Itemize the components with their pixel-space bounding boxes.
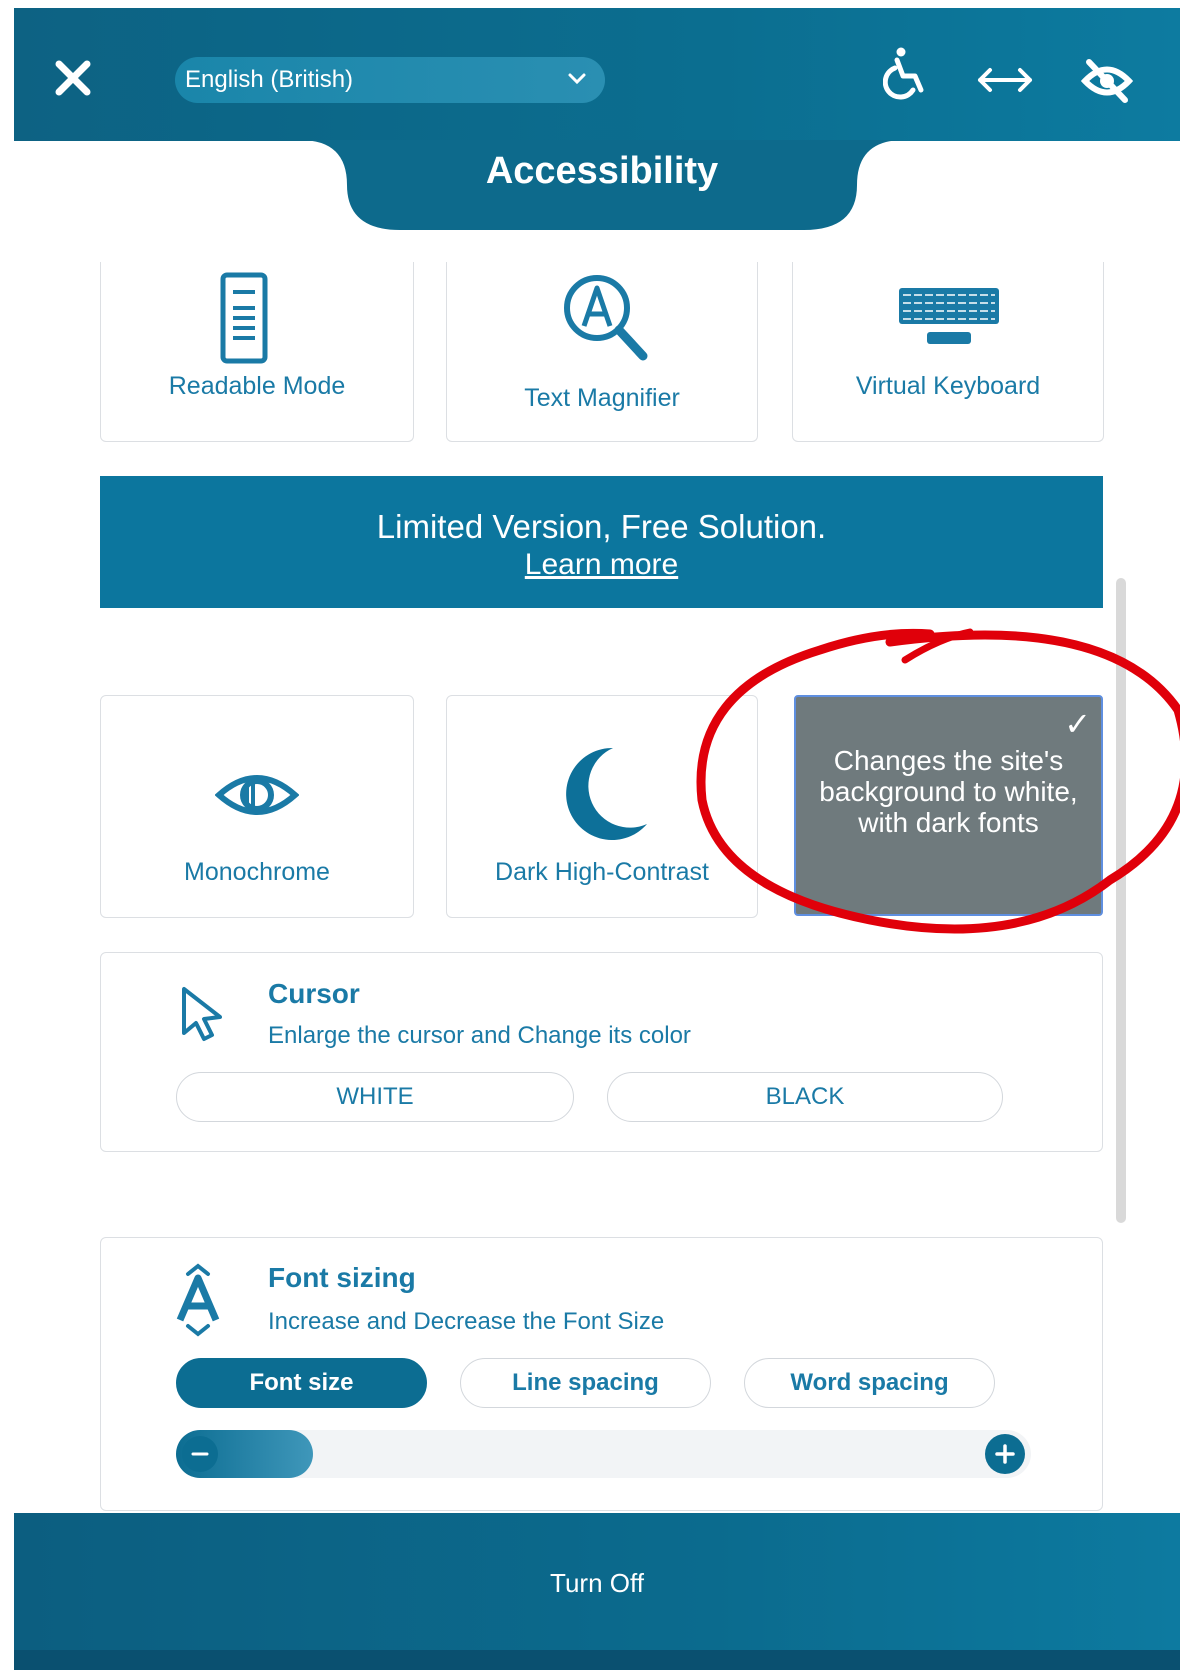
moon-icon xyxy=(566,747,647,840)
font-sizing-title: Font sizing xyxy=(268,1262,416,1293)
card-label: Readable Mode xyxy=(168,372,346,400)
cursor-section xyxy=(100,952,1103,1152)
plus-icon xyxy=(995,1444,1015,1464)
footer-bar: Turn Off xyxy=(14,1513,1180,1670)
magnifier-icon xyxy=(564,275,648,361)
light-high-contrast-card[interactable]: ✓ Changes the site's background to white… xyxy=(794,695,1103,916)
increase-font-button[interactable] xyxy=(985,1434,1025,1474)
text-magnifier-card[interactable]: Text Magnifier xyxy=(446,262,758,442)
dark-high-contrast-card[interactable]: Dark High-Contrast xyxy=(446,695,758,918)
font-size-icon xyxy=(176,1263,220,1337)
decrease-font-button[interactable] xyxy=(182,1436,218,1472)
minus-icon xyxy=(191,1452,209,1456)
check-icon: ✓ xyxy=(1064,706,1091,742)
tab-word-spacing[interactable]: Word spacing xyxy=(744,1358,995,1408)
banner-text: Limited Version, Free Solution. xyxy=(376,508,827,545)
language-select[interactable]: English (British) xyxy=(175,57,605,103)
left-edge xyxy=(0,0,14,1658)
card-label: Virtual Keyboard xyxy=(855,372,1041,400)
scrollbar[interactable] xyxy=(1116,578,1126,1223)
limited-version-banner: Limited Version, Free Solution. Learn mo… xyxy=(100,476,1103,608)
card-label: Monochrome xyxy=(184,858,330,886)
learn-more-link[interactable]: Learn more xyxy=(100,548,1103,582)
turn-off-button[interactable]: Turn Off xyxy=(14,1568,1180,1599)
horizontal-arrows-icon[interactable] xyxy=(976,62,1034,98)
accessibility-person-icon[interactable] xyxy=(883,46,927,102)
tab-line-spacing[interactable]: Line spacing xyxy=(460,1358,711,1408)
eye-icon xyxy=(215,775,299,815)
virtual-keyboard-card[interactable]: Virtual Keyboard xyxy=(792,262,1104,442)
page-title: Accessibility xyxy=(485,150,719,192)
cursor-white-button[interactable]: WHITE xyxy=(176,1072,574,1122)
eye-slash-icon[interactable] xyxy=(1081,58,1133,104)
keyboard-icon xyxy=(899,288,999,344)
language-value: English (British) xyxy=(185,66,354,93)
card-label: Text Magnifier xyxy=(524,384,680,412)
card-label: Dark High-Contrast xyxy=(495,858,709,886)
tab-font-size[interactable]: Font size xyxy=(176,1358,427,1408)
cursor-title: Cursor xyxy=(268,978,360,1009)
chevron-down-icon xyxy=(568,73,586,85)
cursor-icon xyxy=(182,987,222,1041)
document-icon xyxy=(220,272,268,364)
tooltip-text: Changes the site's background to white, … xyxy=(819,745,1078,838)
close-icon[interactable] xyxy=(53,58,93,98)
cursor-subtitle: Enlarge the cursor and Change its color xyxy=(268,1022,691,1049)
readable-mode-card[interactable]: Readable Mode xyxy=(100,262,414,442)
cursor-black-button[interactable]: BLACK xyxy=(607,1072,1003,1122)
footer-strip xyxy=(14,1650,1180,1670)
monochrome-card[interactable]: Monochrome xyxy=(100,695,414,918)
font-sizing-subtitle: Increase and Decrease the Font Size xyxy=(268,1308,665,1335)
